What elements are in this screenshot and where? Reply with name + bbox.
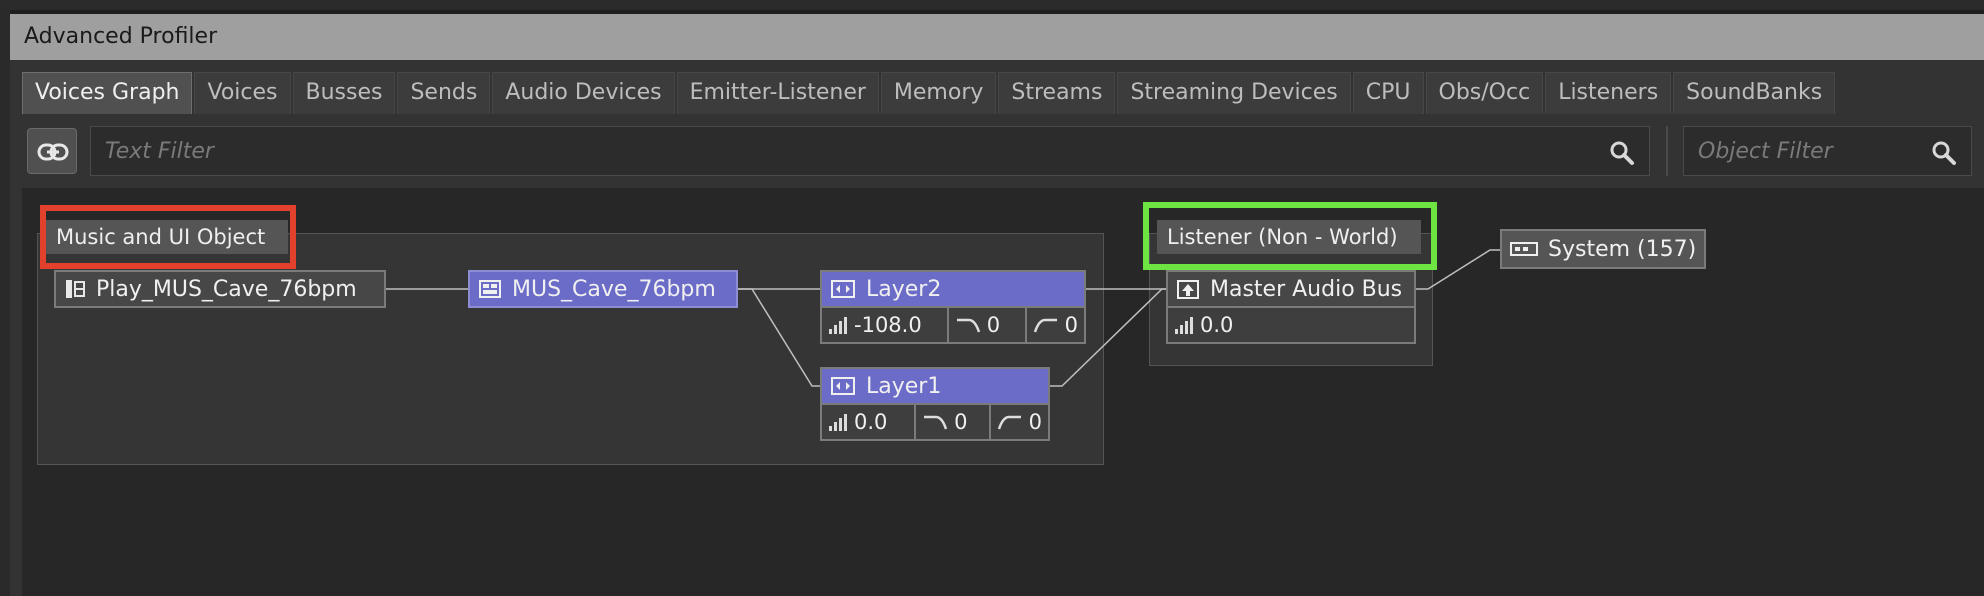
- node-label: Master Audio Bus: [1210, 276, 1403, 302]
- wire-mus-to-layer1: [738, 288, 820, 387]
- layer-icon: [831, 280, 855, 298]
- layer2-node[interactable]: Layer2 -108.0 0 0: [820, 270, 1086, 344]
- volume-value: -108.0: [854, 313, 922, 337]
- volume-icon: [829, 414, 847, 431]
- volume-value: 0.0: [854, 410, 888, 434]
- node-label: Layer1: [866, 373, 942, 399]
- hpf-value: 0: [1064, 313, 1078, 337]
- music-segment-node[interactable]: MUS_Cave_76bpm: [468, 270, 738, 308]
- node-label: Play_MUS_Cave_76bpm: [96, 276, 357, 302]
- volume-value: 0.0: [1200, 313, 1234, 337]
- event-node-play[interactable]: Play_MUS_Cave_76bpm: [54, 270, 386, 308]
- bus-icon: [1177, 280, 1199, 299]
- music-segment-icon: [479, 280, 501, 298]
- listener-label[interactable]: Listener (Non - World): [1157, 220, 1421, 254]
- game-object-label[interactable]: Music and UI Object: [46, 220, 288, 254]
- volume-icon: [1175, 317, 1193, 334]
- high-pass-filter-icon: [997, 415, 1021, 430]
- low-pass-filter-icon: [924, 415, 948, 430]
- node-label: Layer2: [866, 276, 942, 302]
- high-pass-filter-icon: [1033, 318, 1057, 333]
- low-pass-filter-icon: [956, 318, 980, 333]
- layer-icon: [831, 377, 855, 395]
- lpf-value: 0: [954, 410, 968, 434]
- volume-icon: [829, 317, 847, 334]
- node-label: MUS_Cave_76bpm: [512, 276, 716, 302]
- master-audio-bus-node[interactable]: Master Audio Bus 0.0: [1166, 270, 1416, 344]
- system-device-node[interactable]: System (157): [1500, 229, 1706, 269]
- event-icon: [66, 280, 85, 298]
- node-label: System (157): [1548, 236, 1697, 262]
- layer1-node[interactable]: Layer1 0.0 0 0: [820, 367, 1050, 441]
- audio-device-icon: [1510, 242, 1538, 256]
- hpf-value: 0: [1028, 410, 1042, 434]
- lpf-value: 0: [986, 313, 1001, 337]
